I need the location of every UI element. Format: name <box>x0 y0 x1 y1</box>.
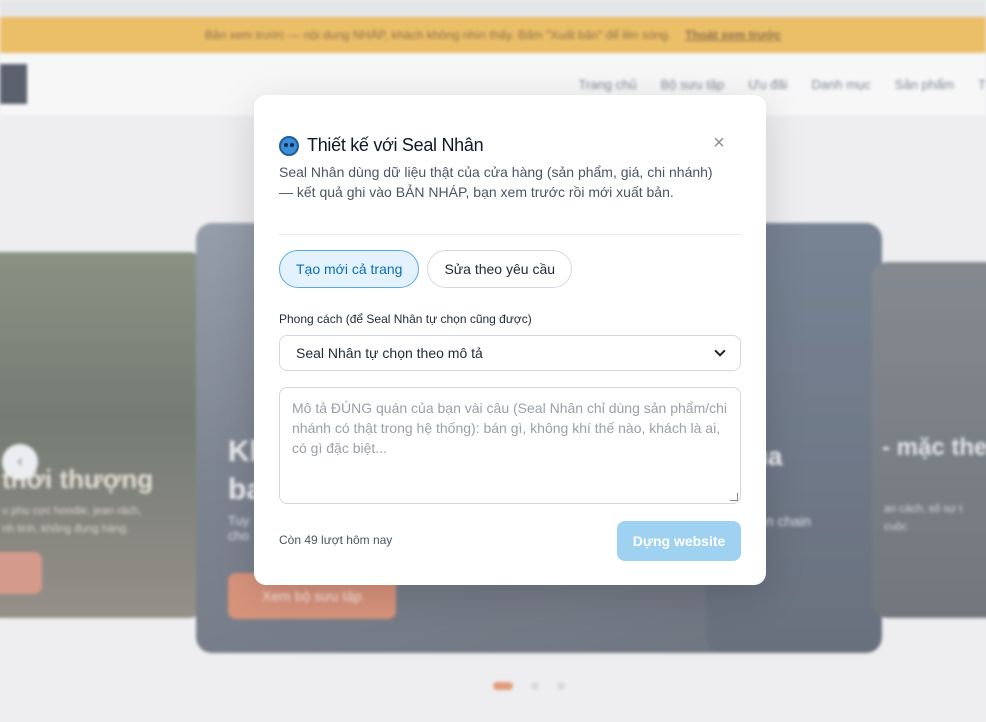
divider <box>279 234 741 235</box>
description-textarea[interactable]: Mô tả ĐÚNG quán của bạn vài câu (Seal Nh… <box>279 387 741 504</box>
mode-tabs: Tạo mới cả trang Sửa theo yêu cầu <box>279 250 573 288</box>
style-select-value: Seal Nhân tự chọn theo mô tả <box>296 345 483 361</box>
close-icon[interactable]: × <box>709 133 729 153</box>
dialog-description: Seal Nhân dùng dữ liệu thật của cửa hàng… <box>279 164 713 200</box>
build-website-button[interactable]: Dựng website <box>617 521 741 561</box>
seal-icon <box>279 135 299 156</box>
description-placeholder: Mô tả ĐÚNG quán của bạn vài câu (Seal Nh… <box>292 400 728 456</box>
style-select[interactable]: Seal Nhân tự chọn theo mô tả <box>279 335 741 371</box>
quota-text: Còn 49 lượt hôm nay <box>279 533 393 547</box>
design-dialog: Thiết kế với Seal Nhân × Seal Nhân dùng … <box>254 95 766 585</box>
resize-handle-icon[interactable] <box>730 493 738 501</box>
dialog-title: Thiết kế với Seal Nhân <box>307 135 484 155</box>
tab-create-new[interactable]: Tạo mới cả trang <box>279 250 420 288</box>
style-label: Phong cách (để Seal Nhân tự chọn cũng đư… <box>279 312 532 326</box>
dialog-header: Thiết kế với Seal Nhân <box>279 135 484 156</box>
chevron-down-icon <box>714 345 726 357</box>
tab-edit-request[interactable]: Sửa theo yêu cầu <box>427 250 573 288</box>
